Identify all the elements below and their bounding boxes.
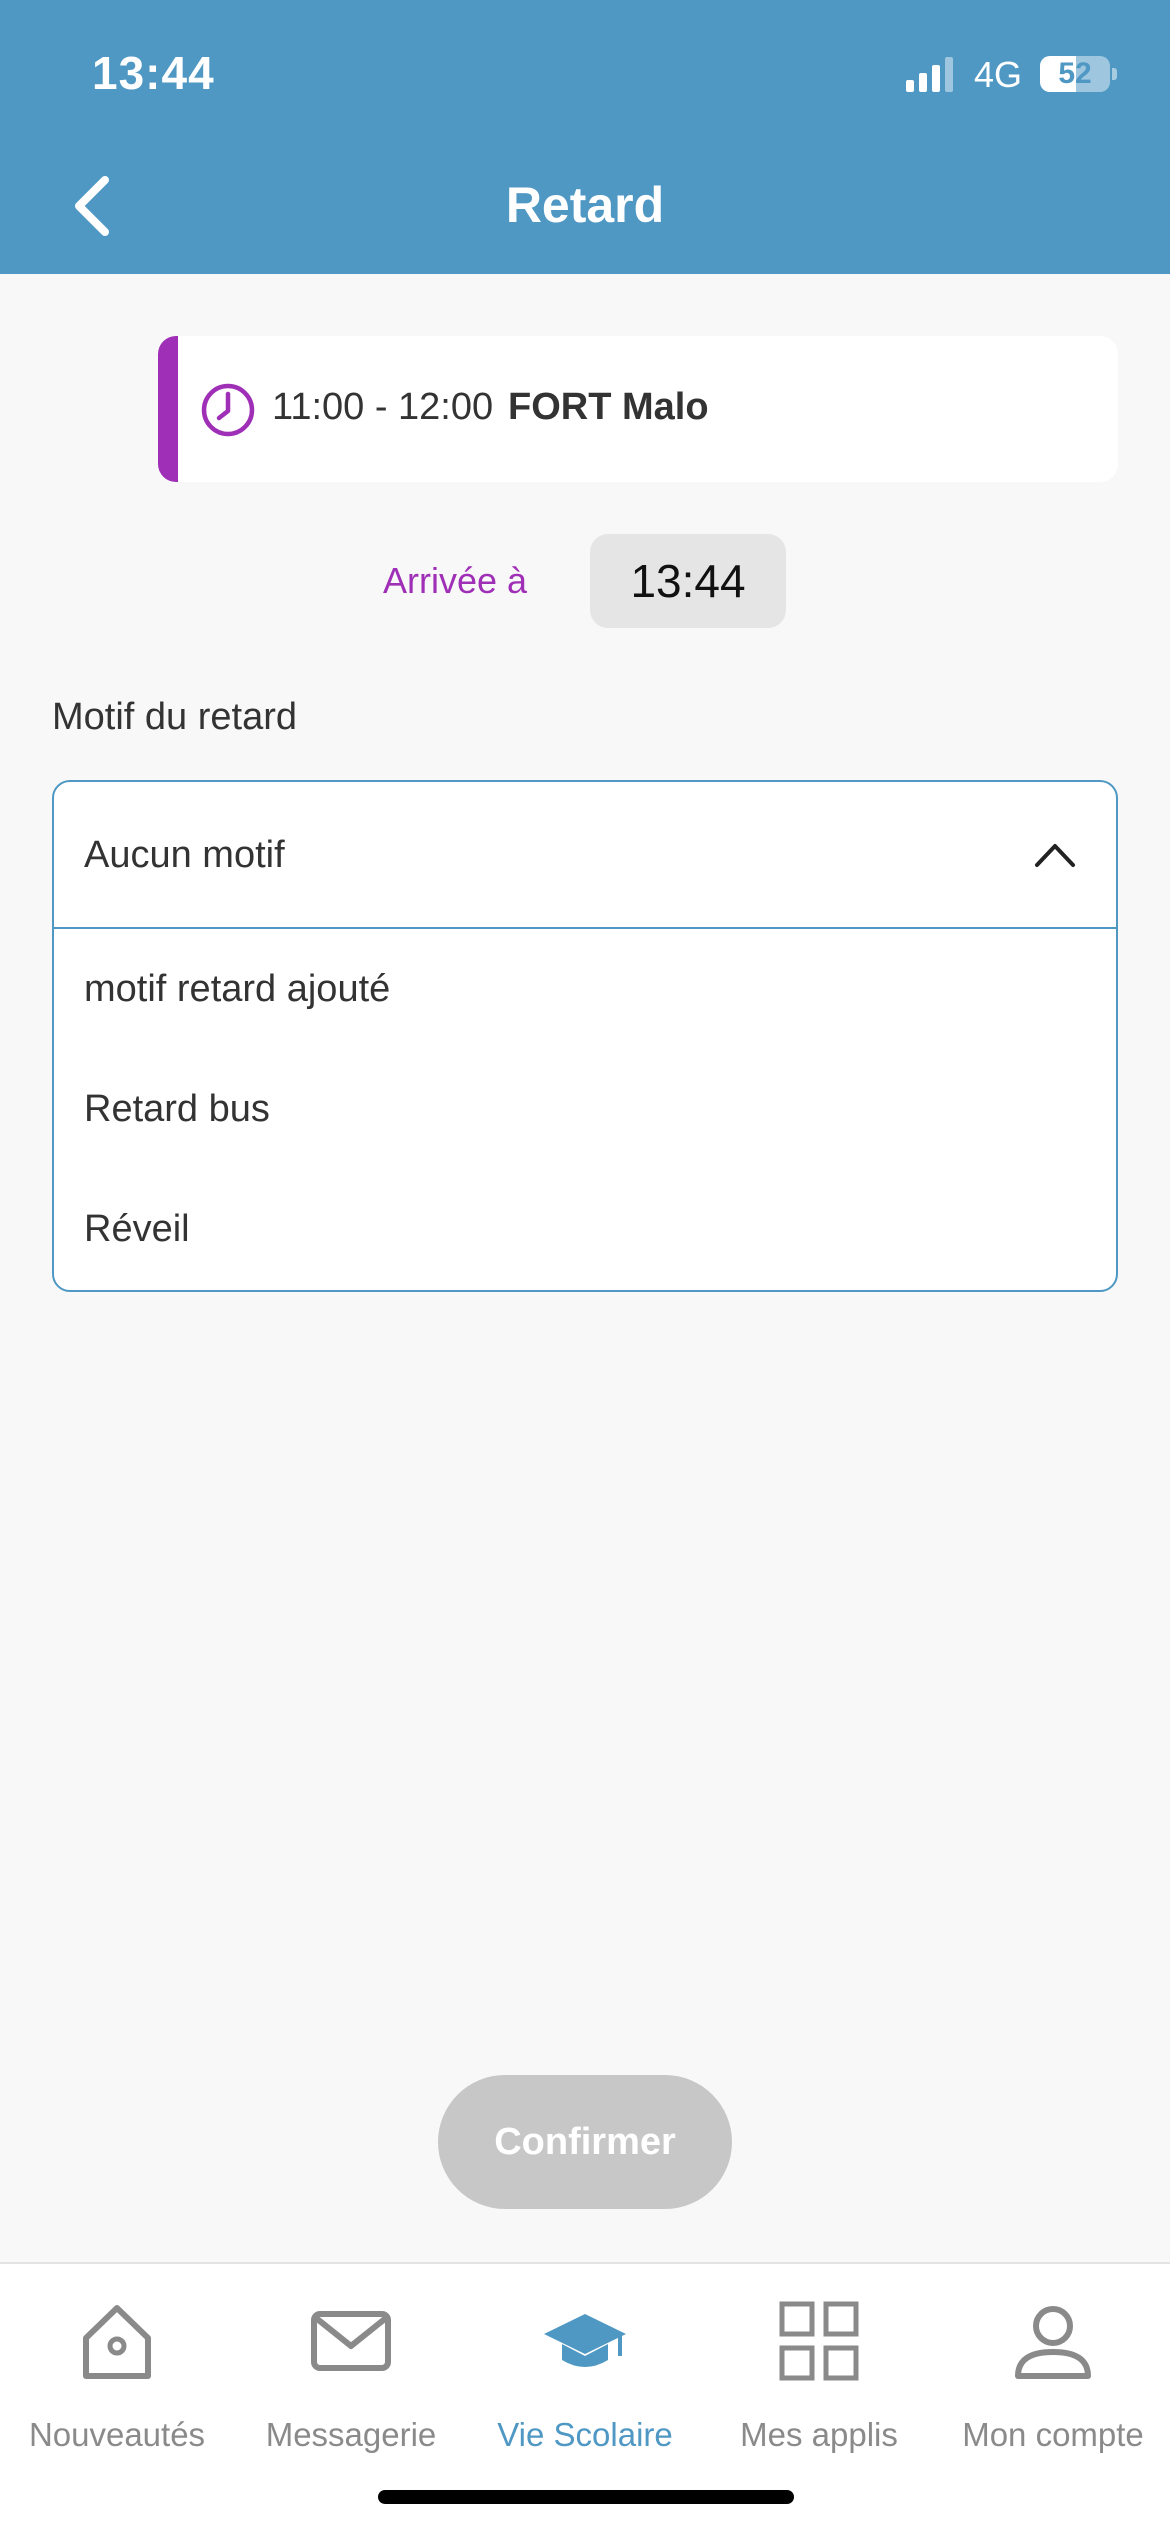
course-card: 11:00 - 12:00 FORT Malo (158, 336, 1118, 482)
page-title: Retard (505, 177, 665, 233)
battery-nub (1112, 68, 1117, 80)
tab-label: Messagerie (265, 2416, 437, 2453)
cellular-signal-icon (906, 57, 953, 92)
course-time-range: 11:00 - 12:00 (272, 386, 494, 428)
tab-label: Vie Scolaire (497, 2416, 673, 2453)
home-icon (83, 2305, 151, 2379)
home-indicator[interactable] (378, 2490, 794, 2504)
chevron-up-icon (1035, 844, 1075, 867)
tab-nouveautes[interactable]: Nouveautés (0, 2264, 234, 2464)
graduation-cap-icon (544, 2314, 626, 2367)
reason-option[interactable]: Retard bus (84, 1088, 270, 1131)
tab-mes-applis[interactable]: Mes applis (702, 2264, 936, 2464)
tab-label: Mes applis (740, 2416, 898, 2453)
course-color-bar (158, 336, 178, 482)
reason-dropdown-toggle[interactable]: Aucun motif (54, 782, 1116, 929)
battery-icon: 52 (1040, 56, 1110, 92)
status-time: 13:44 (92, 47, 215, 99)
user-icon (1015, 2306, 1091, 2379)
tab-label: Nouveautés (28, 2416, 206, 2453)
reason-dropdown: Aucun motif motif retard ajouté Retard b… (52, 780, 1118, 1292)
tab-mon-compte[interactable]: Mon compte (936, 2264, 1170, 2464)
course-teacher-name: FORT Malo (508, 386, 709, 428)
reason-option[interactable]: Réveil (84, 1208, 190, 1251)
reason-label: Motif du retard (52, 696, 297, 738)
mail-icon (311, 2311, 391, 2371)
tab-vie-scolaire[interactable]: Vie Scolaire (468, 2264, 702, 2464)
arrival-label: Arrivée à (383, 560, 528, 601)
network-type: 4G (974, 54, 1023, 95)
confirm-button[interactable]: Confirmer (438, 2075, 732, 2209)
reason-option[interactable]: motif retard ajouté (84, 968, 390, 1011)
reason-selected-value: Aucun motif (84, 834, 285, 876)
battery-level: 52 (1058, 57, 1092, 90)
top-bar: 13:44 4G 52 Retard (0, 0, 1170, 274)
clock-icon (201, 383, 255, 437)
tab-label: Mon compte (962, 2416, 1144, 2453)
tab-messagerie[interactable]: Messagerie (234, 2264, 468, 2464)
arrival-time-picker[interactable]: 13:44 (590, 534, 786, 628)
apps-grid-icon (779, 2301, 859, 2381)
